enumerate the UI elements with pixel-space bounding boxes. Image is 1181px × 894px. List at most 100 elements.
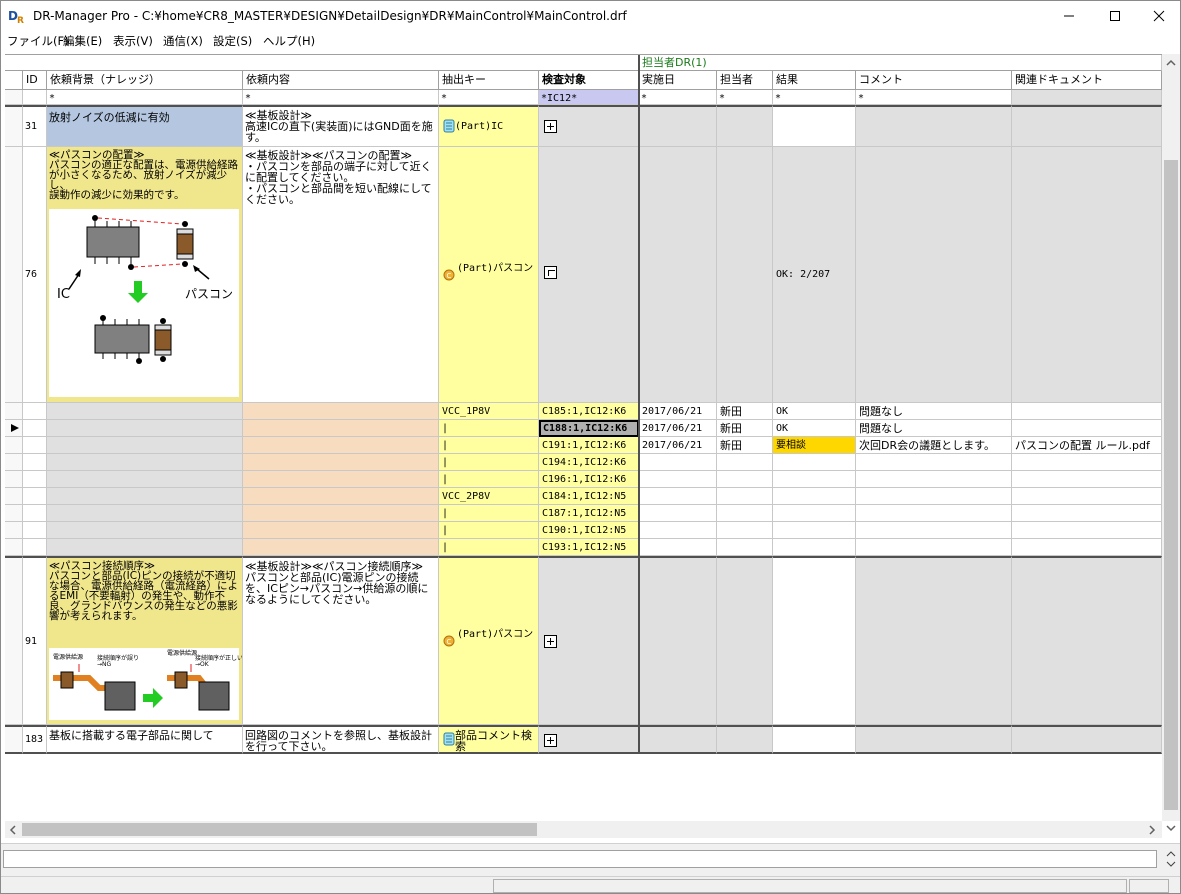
cell-request[interactable] (243, 505, 439, 522)
horizontal-scrollbar[interactable] (5, 821, 1162, 838)
cell-document[interactable] (1012, 403, 1162, 420)
cell-person[interactable] (717, 147, 773, 403)
minimize-button[interactable] (1046, 1, 1092, 31)
cell-extract-key[interactable]: VCC_1P8V (439, 403, 539, 420)
cell-person[interactable]: 新田 (717, 420, 773, 437)
cell-extract-key[interactable]: | (439, 437, 539, 454)
cell-date[interactable] (639, 488, 717, 505)
header-background[interactable]: 依頼背景（ナレッジ） (47, 71, 243, 90)
cell-result[interactable] (773, 471, 856, 488)
cell-person[interactable] (717, 522, 773, 539)
row-id[interactable] (23, 522, 47, 539)
expand-plus-icon[interactable] (544, 635, 557, 648)
cell-date[interactable] (639, 556, 717, 725)
row-selector[interactable] (5, 556, 23, 725)
cell-document[interactable] (1012, 505, 1162, 522)
cell-comment[interactable] (856, 505, 1012, 522)
cell-extract-key[interactable]: VCC_2P8V (439, 488, 539, 505)
cell-background[interactable] (47, 539, 243, 556)
cell-extract-key[interactable]: | (439, 454, 539, 471)
cell-target[interactable]: C187:1,IC12:N5 (539, 505, 639, 522)
cell-request[interactable] (243, 454, 439, 471)
scroll-down-icon[interactable] (1166, 824, 1176, 832)
header-document[interactable]: 関連ドキュメント (1012, 71, 1162, 90)
cell-comment[interactable] (856, 471, 1012, 488)
cell-document[interactable] (1012, 454, 1162, 471)
header-date[interactable]: 実施日 (639, 71, 717, 90)
collapse-icon[interactable] (544, 266, 557, 279)
cell-comment[interactable] (856, 522, 1012, 539)
vertical-scroll-thumb[interactable] (1164, 160, 1178, 810)
cell-result[interactable]: OK: 2/207 (773, 147, 856, 403)
cell-background[interactable] (47, 471, 243, 488)
cell-person[interactable] (717, 105, 773, 147)
cell-date[interactable] (639, 471, 717, 488)
status-spinner[interactable] (1163, 850, 1179, 868)
row-selector[interactable] (5, 539, 23, 556)
cell-person[interactable] (717, 454, 773, 471)
cell-extract-key[interactable]: C (Part)パスコン (439, 556, 539, 725)
cell-target[interactable]: C191:1,IC12:K6 (539, 437, 639, 454)
cell-background[interactable] (47, 437, 243, 454)
cell-document[interactable]: パスコンの配置 ルール.pdf (1012, 437, 1162, 454)
row-id[interactable] (23, 539, 47, 556)
cell-date[interactable] (639, 725, 717, 754)
cell-request[interactable]: ≪基板設計≫≪パスコンの配置≫ ・パスコンを部品の端子に対して近くに配置してくだ… (243, 147, 439, 403)
cell-comment[interactable]: 次回DR会の議題とします。 (856, 437, 1012, 454)
cell-comment[interactable] (856, 556, 1012, 725)
cell-comment[interactable]: 問題なし (856, 420, 1012, 437)
cell-result[interactable] (773, 105, 856, 147)
cell-result[interactable] (773, 522, 856, 539)
cell-extract-key[interactable]: | (439, 420, 539, 437)
cell-result[interactable] (773, 539, 856, 556)
filter-person[interactable]: * (717, 90, 773, 105)
cell-document[interactable] (1012, 522, 1162, 539)
cell-comment[interactable] (856, 105, 1012, 147)
cell-result[interactable] (773, 556, 856, 725)
cell-document[interactable] (1012, 420, 1162, 437)
cell-person[interactable] (717, 488, 773, 505)
cell-background[interactable] (47, 505, 243, 522)
cell-request[interactable] (243, 437, 439, 454)
cell-date[interactable]: 2017/06/21 (639, 437, 717, 454)
cell-date[interactable] (639, 454, 717, 471)
cell-request[interactable]: ≪基板設計≫ 高速ICの直下(実装面)にはGND面を施す。 (243, 105, 439, 147)
cell-person[interactable] (717, 539, 773, 556)
cell-request[interactable] (243, 539, 439, 556)
cell-target[interactable]: C193:1,IC12:N5 (539, 539, 639, 556)
cell-request[interactable]: ≪基板設計≫≪パスコン接続順序≫ パスコンと部品(IC)電源ピンの接続を、ICピ… (243, 556, 439, 725)
menu-settings[interactable]: 設定(S) (213, 33, 252, 49)
maximize-button[interactable] (1092, 1, 1138, 31)
header-id[interactable]: ID (23, 71, 47, 90)
scroll-right-icon[interactable] (1148, 825, 1156, 835)
filter-comment[interactable]: * (856, 90, 1012, 105)
cell-comment[interactable] (856, 147, 1012, 403)
cell-request[interactable] (243, 471, 439, 488)
row-id[interactable] (23, 505, 47, 522)
cell-background[interactable] (47, 488, 243, 505)
row-selector[interactable] (5, 403, 23, 420)
cell-extract-key[interactable]: C (Part)パスコン (439, 147, 539, 403)
cell-extract-key[interactable]: 部品コメント検索 (439, 725, 539, 754)
cell-result[interactable] (773, 725, 856, 754)
cell-document[interactable] (1012, 105, 1162, 147)
cell-target[interactable] (539, 725, 639, 754)
cell-target[interactable]: C188:1,IC12:K6 (539, 420, 639, 437)
cell-comment[interactable]: 問題なし (856, 403, 1012, 420)
row-id[interactable] (23, 471, 47, 488)
cell-date[interactable]: 2017/06/21 (639, 420, 717, 437)
cell-document[interactable] (1012, 147, 1162, 403)
header-comment[interactable]: コメント (856, 71, 1012, 90)
cell-document[interactable] (1012, 471, 1162, 488)
cell-result[interactable]: OK (773, 403, 856, 420)
cell-date[interactable] (639, 539, 717, 556)
cell-result[interactable] (773, 454, 856, 471)
cell-date[interactable] (639, 105, 717, 147)
cell-target[interactable]: C196:1,IC12:K6 (539, 471, 639, 488)
cell-request[interactable]: 回路図のコメントを参照し、基板設計を行って下さい。 (243, 725, 439, 754)
filter-id[interactable] (23, 90, 47, 105)
cell-target[interactable]: C185:1,IC12:K6 (539, 403, 639, 420)
cell-person[interactable]: 新田 (717, 437, 773, 454)
row-selector[interactable] (5, 725, 23, 754)
cell-extract-key[interactable]: | (439, 505, 539, 522)
